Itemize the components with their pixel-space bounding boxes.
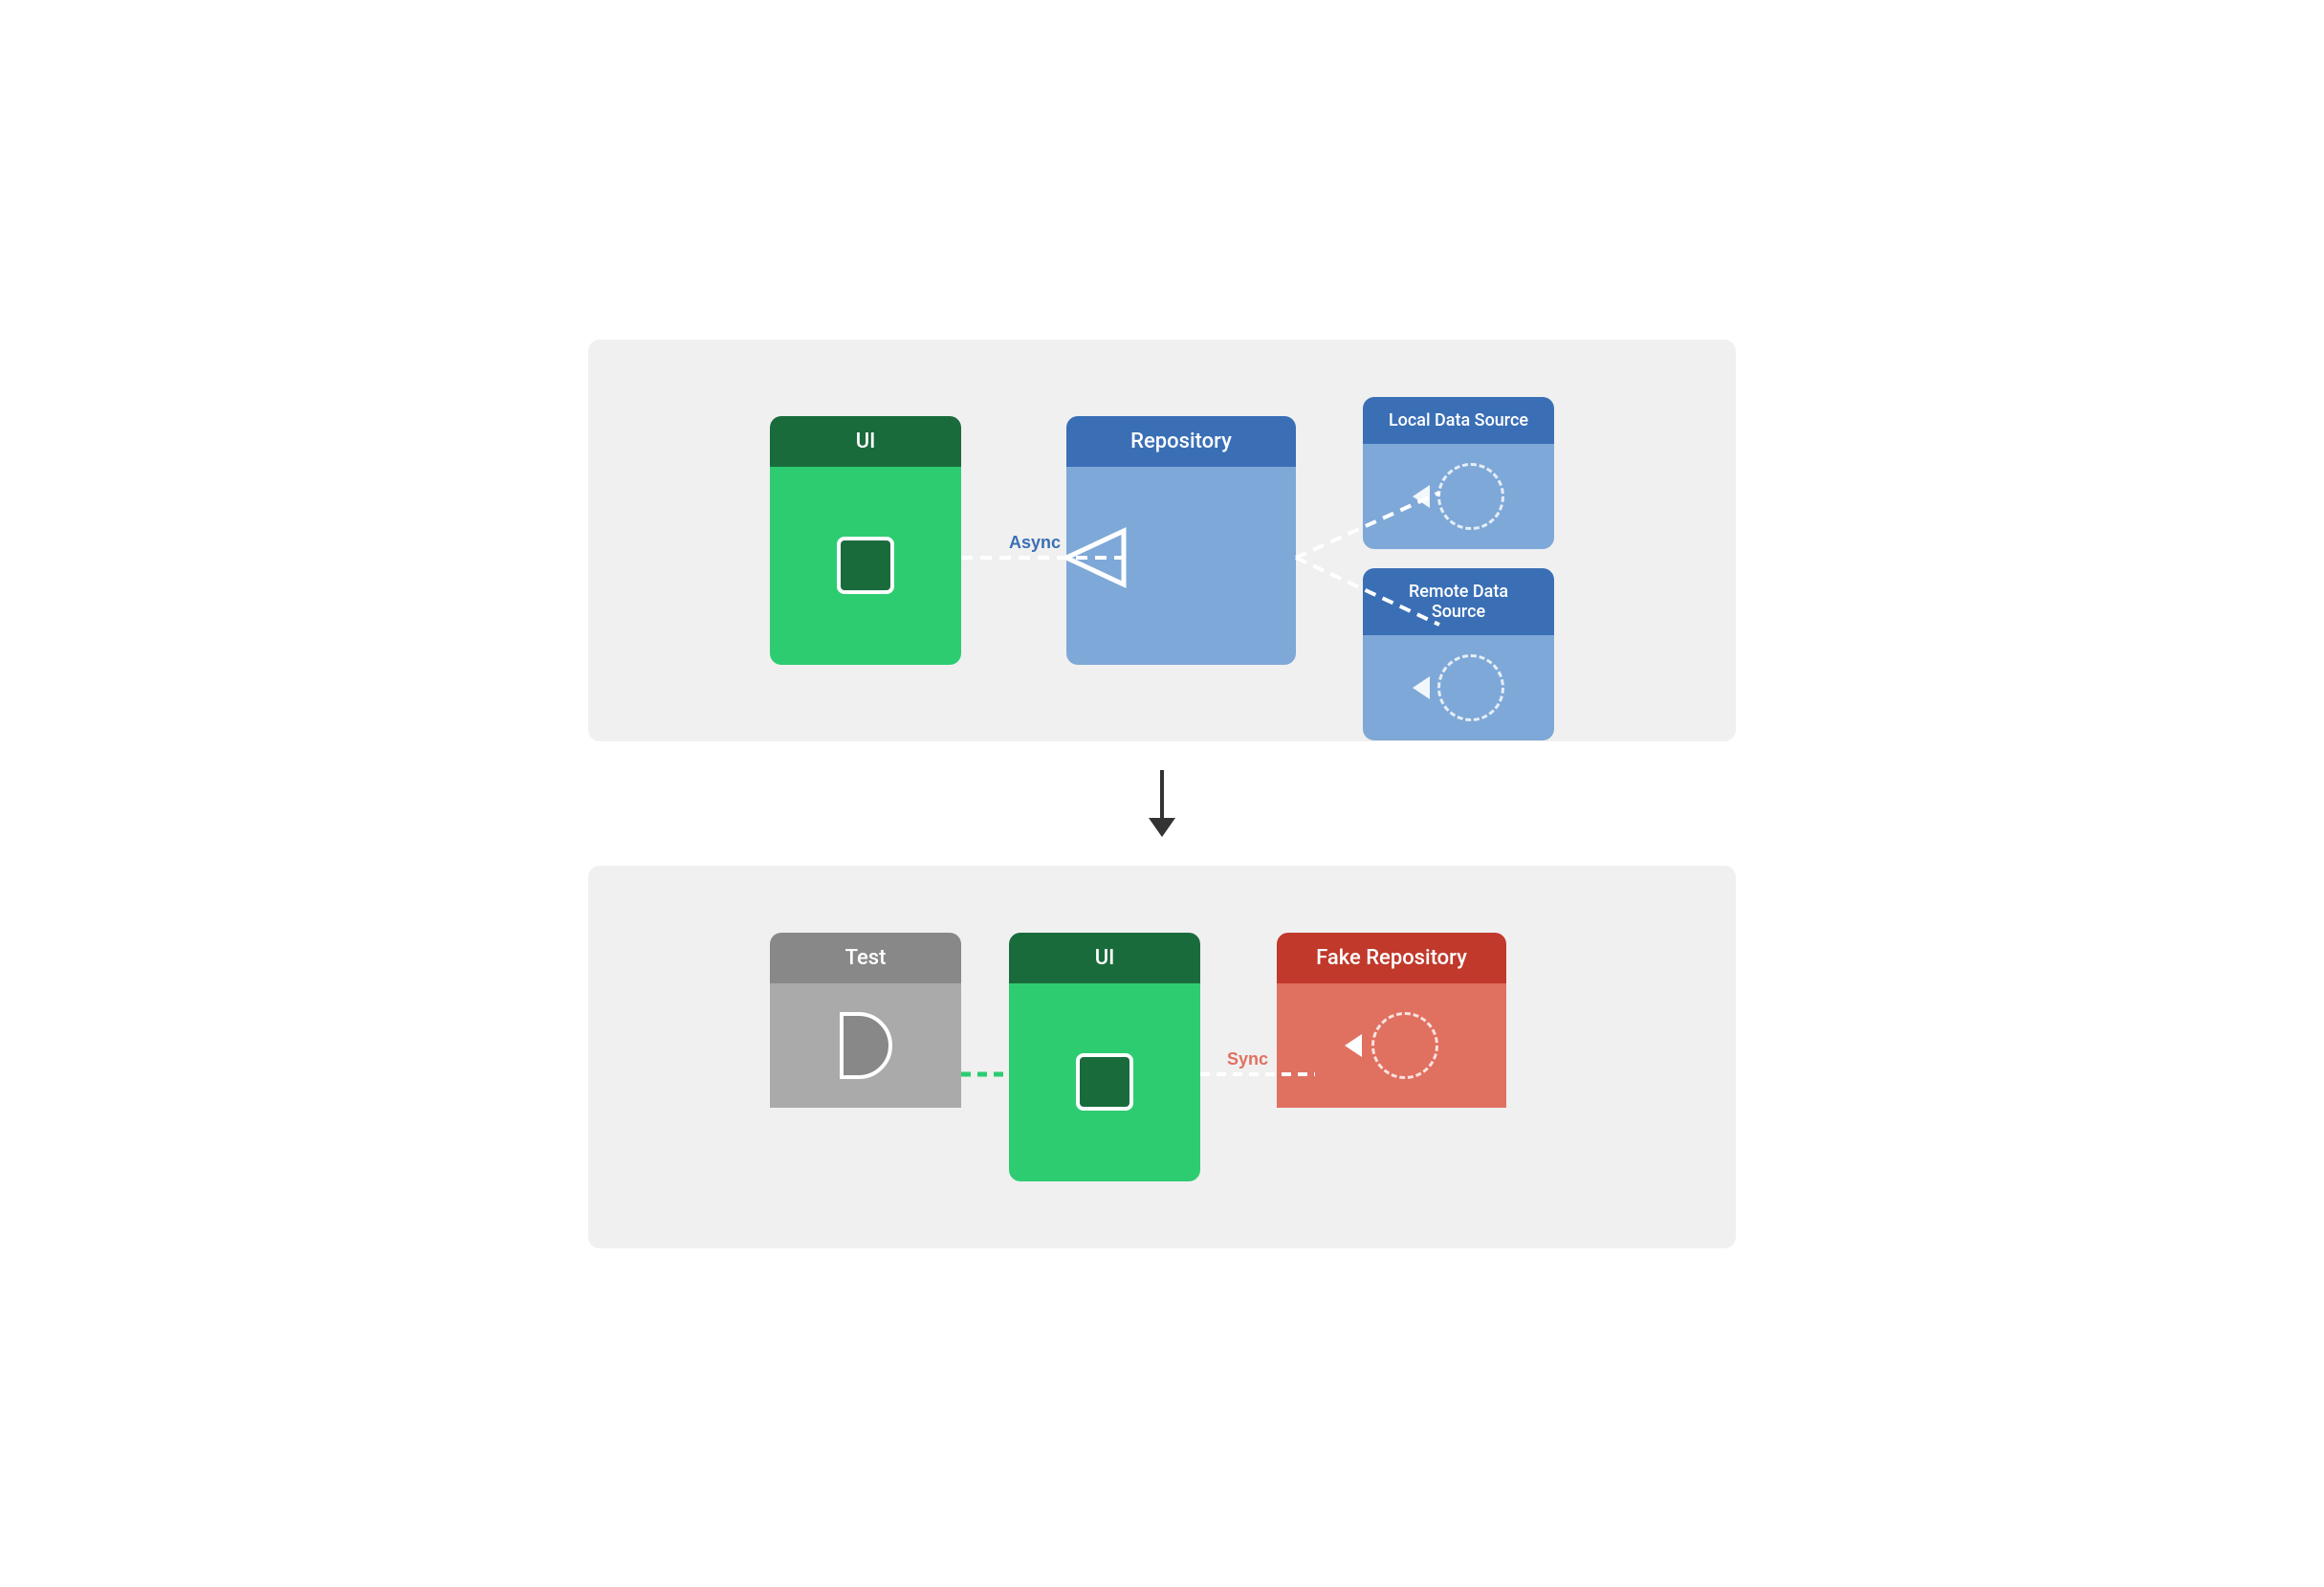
bottom-diagram: Test UI Fake Repository xyxy=(588,866,1736,1248)
top-diagram-svg: Async xyxy=(770,378,1554,703)
bottom-diagram-svg: Sync xyxy=(770,904,1554,1210)
top-diagram: UI Repository Local Data Source xyxy=(588,340,1736,741)
arrow-head xyxy=(1149,818,1175,837)
main-container: UI Repository Local Data Source xyxy=(588,340,1736,1248)
arrow-down-container xyxy=(1149,741,1175,866)
svg-text:Sync: Sync xyxy=(1227,1049,1268,1069)
svg-text:Async: Async xyxy=(1009,533,1061,552)
bottom-diagram-inner: Test UI Fake Repository xyxy=(770,904,1554,1210)
top-diagram-inner: UI Repository Local Data Source xyxy=(770,378,1554,703)
arrow-down xyxy=(1149,770,1175,837)
arrow-shaft xyxy=(1160,770,1164,818)
